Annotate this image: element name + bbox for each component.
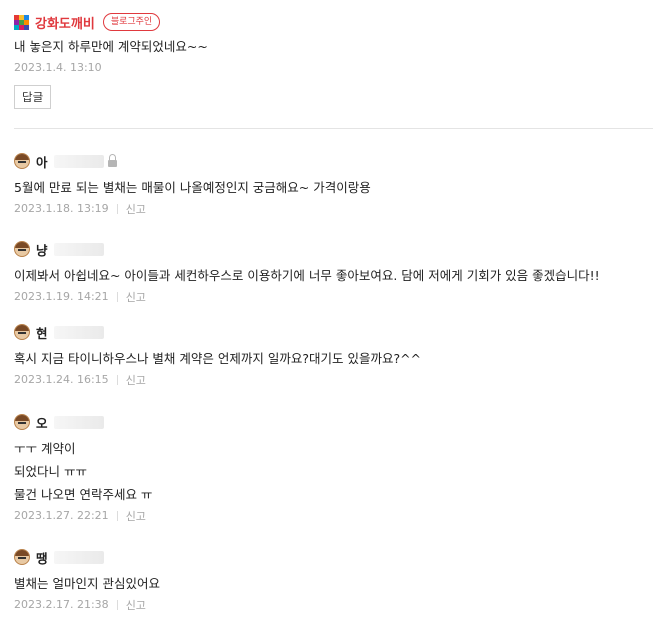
- comment-text: 5월에 만료 되는 별채는 매물이 나올예정인지 궁금해요~ 가격이랑용: [14, 180, 371, 195]
- comment-text: 혹시 지금 타이니하우스나 별채 계약은 언제까지 일까요?대기도 있을까요?^…: [14, 351, 422, 366]
- meta-separator: [116, 375, 118, 385]
- divider: [14, 128, 653, 129]
- commenter-name[interactable]: 오: [36, 413, 48, 432]
- comment-date: 2023.2.17. 21:38: [14, 598, 109, 611]
- report-link[interactable]: 신고: [126, 201, 146, 217]
- comment-body: 혹시 지금 타이니하우스나 별채 계약은 언제까지 일까요?대기도 있을까요?^…: [14, 351, 653, 367]
- comment-text: 되었다니 ㅠㅠ: [14, 464, 87, 479]
- meta-separator: [116, 292, 118, 302]
- reply-button[interactable]: 답글: [14, 85, 52, 109]
- comment-header: 냥: [14, 240, 653, 258]
- comment-date: 2023.1.27. 22:21: [14, 509, 109, 522]
- owner-comment: 강화도깨비 블로그주인 내 놓은지 하루만에 계약되었네요~~ 2023.1.4…: [14, 11, 653, 109]
- comment-body: ㅜㅜ 계약이 되었다니 ㅠㅠ 물건 나오면 연락주세요 ㅠ: [14, 441, 653, 503]
- commenter-name[interactable]: 땡: [36, 548, 48, 567]
- comment-body: 이제봐서 아쉽네요~ 아이들과 세컨하우스로 이용하기에 너무 좋아보여요. 담…: [14, 268, 653, 284]
- report-link[interactable]: 신고: [126, 372, 146, 388]
- owner-comment-text: 내 놓은지 하루만에 계약되었네요~~: [14, 39, 208, 54]
- commenter-name[interactable]: 현: [36, 323, 48, 342]
- commenter-name[interactable]: 냥: [36, 240, 48, 259]
- owner-comment-date: 2023.1.4. 13:10: [14, 61, 102, 74]
- comment-meta: 2023.2.17. 21:38 신고: [14, 597, 653, 613]
- comment-item: 오 ㅜㅜ 계약이 되었다니 ㅠㅠ 물건 나오면 연락주세요 ㅠ 2023.1.2…: [14, 413, 653, 524]
- comment-header: 아: [14, 152, 653, 170]
- blog-logo-icon: [14, 14, 29, 30]
- masked-name: [53, 154, 104, 168]
- report-link[interactable]: 신고: [126, 597, 146, 613]
- comment-text: 물건 나오면 연락주세요 ㅠ: [14, 487, 153, 502]
- commenter-name[interactable]: 아: [36, 152, 48, 171]
- comment-section: 강화도깨비 블로그주인 내 놓은지 하루만에 계약되었네요~~ 2023.1.4…: [0, 0, 653, 627]
- comment-date: 2023.1.19. 14:21: [14, 290, 109, 303]
- meta-separator: [116, 204, 118, 214]
- comment-text: ㅜㅜ 계약이: [14, 441, 76, 456]
- comment-date: 2023.1.18. 13:19: [14, 202, 109, 215]
- comment-text: 이제봐서 아쉽네요~ 아이들과 세컨하우스로 이용하기에 너무 좋아보여요. 담…: [14, 268, 600, 283]
- comment-meta: 2023.1.24. 16:15 신고: [14, 372, 653, 388]
- comment-item: 땡 별채는 얼마인지 관심있어요 2023.2.17. 21:38 신고: [14, 548, 653, 613]
- avatar-icon[interactable]: [14, 153, 30, 169]
- avatar-icon[interactable]: [14, 241, 30, 257]
- comment-meta: 2023.1.19. 14:21 신고: [14, 289, 653, 305]
- owner-badge: 블로그주인: [102, 13, 161, 31]
- masked-name: [53, 415, 104, 429]
- avatar-icon[interactable]: [14, 549, 30, 565]
- comment-date: 2023.1.24. 16:15: [14, 373, 109, 386]
- comment-item: 아 5월에 만료 되는 별채는 매물이 나올예정인지 궁금해요~ 가격이랑용 2…: [14, 152, 653, 217]
- masked-name: [53, 550, 104, 564]
- comment-item: 현 혹시 지금 타이니하우스나 별채 계약은 언제까지 일까요?대기도 있을까요…: [14, 323, 653, 388]
- comment-text: 별채는 얼마인지 관심있어요: [14, 576, 160, 591]
- lock-icon: [107, 153, 117, 167]
- owner-comment-header: 강화도깨비 블로그주인: [14, 11, 653, 33]
- meta-separator: [116, 511, 118, 521]
- owner-name[interactable]: 강화도깨비: [35, 13, 95, 32]
- report-link[interactable]: 신고: [126, 289, 146, 305]
- comment-body: 5월에 만료 되는 별채는 매물이 나올예정인지 궁금해요~ 가격이랑용: [14, 180, 653, 196]
- comment-body: 별채는 얼마인지 관심있어요: [14, 576, 653, 592]
- comment-item: 냥 이제봐서 아쉽네요~ 아이들과 세컨하우스로 이용하기에 너무 좋아보여요.…: [14, 240, 653, 305]
- comment-header: 현: [14, 323, 653, 341]
- avatar-icon[interactable]: [14, 414, 30, 430]
- comment-header: 땡: [14, 548, 653, 566]
- masked-name: [53, 242, 104, 256]
- masked-name: [53, 325, 104, 339]
- comment-meta: 2023.1.27. 22:21 신고: [14, 508, 653, 524]
- meta-separator: [116, 600, 118, 610]
- report-link[interactable]: 신고: [126, 508, 146, 524]
- avatar-icon[interactable]: [14, 324, 30, 340]
- comment-meta: 2023.1.18. 13:19 신고: [14, 201, 653, 217]
- comment-header: 오: [14, 413, 653, 431]
